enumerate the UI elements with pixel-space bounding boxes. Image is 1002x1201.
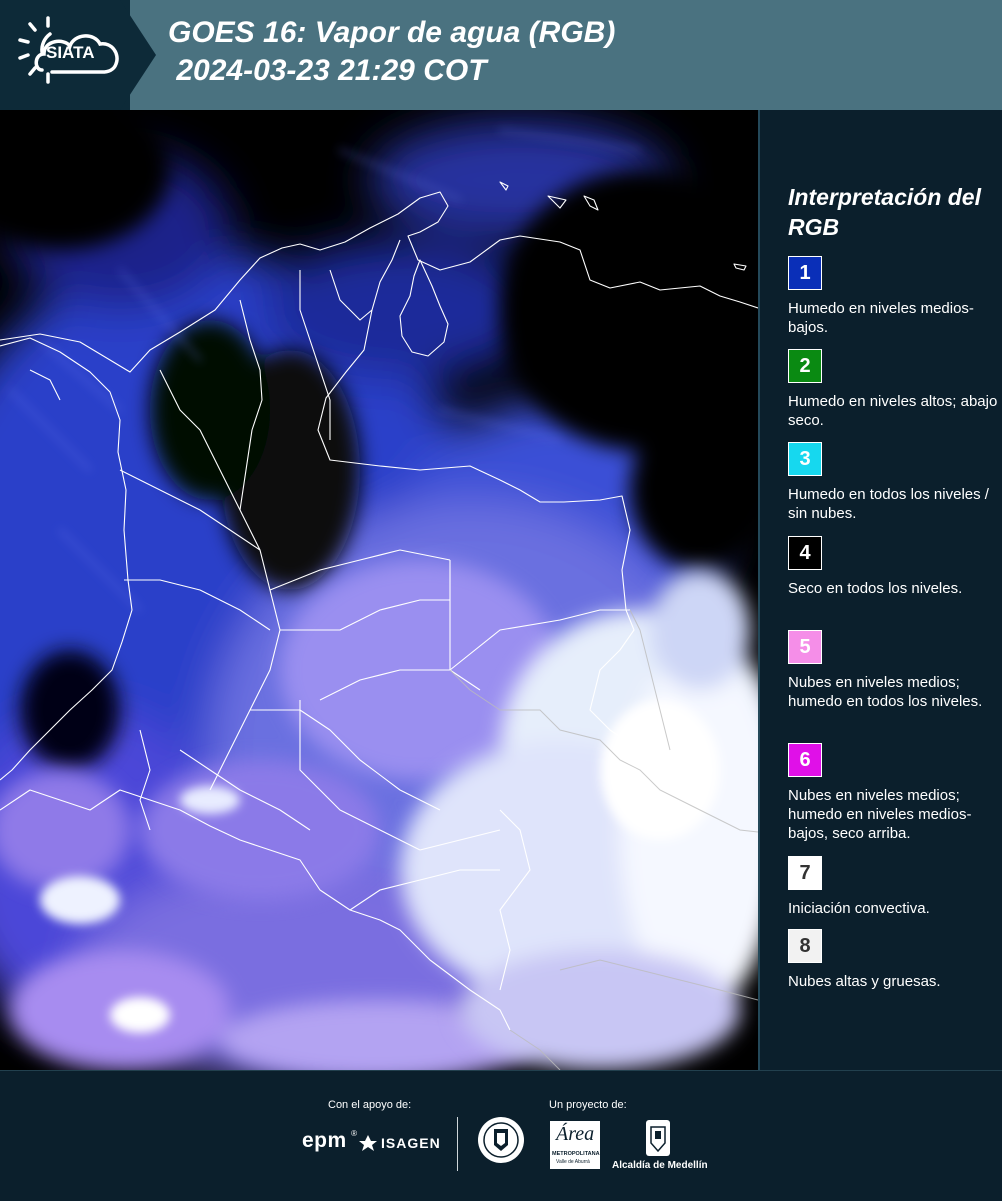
title-line-2: 2024-03-23 21:29 COT [168, 54, 487, 87]
legend-swatch-5: 5 [788, 630, 822, 664]
legend-text-8: Nubes altas y gruesas. [788, 973, 941, 990]
university-seal-icon[interactable] [476, 1115, 526, 1165]
legend-text-3: Humedo en todos los niveles / sin nubes. [788, 486, 989, 522]
water-vapor-imagery [0, 110, 758, 1070]
siata-logo-block: SIATA [0, 0, 130, 110]
satellite-map[interactable] [0, 110, 758, 1070]
legend-item-5: 5 Nubes en niveles medios; humedo en todo… [788, 630, 998, 711]
legend-item-6: 6 Nubes en niveles medios; humedo en nive… [788, 743, 998, 843]
support-label: Con el apoyo de: [328, 1099, 412, 1111]
project-label: Un proyecto de: [549, 1099, 627, 1111]
area-logo-subtext: METROPOLITANA [552, 1151, 600, 1157]
isagen-logo[interactable]: ISAGEN [358, 1133, 441, 1153]
epm-logo[interactable]: epm ® [302, 1129, 357, 1153]
legend-title: Interpretación del RGB [788, 184, 981, 240]
legend-item-8: 8 Nubes altas y gruesas. [788, 929, 998, 991]
legend-item-7: 7 Iniciación convectiva. [788, 856, 998, 918]
legend-swatch-4: 4 [788, 536, 822, 570]
medellin-coat-of-arms-icon[interactable] [645, 1119, 671, 1157]
logo-arrow-shape [120, 0, 156, 110]
area-logo-text: Área [556, 1123, 595, 1145]
title-line-1: GOES 16: Vapor de agua (RGB) [168, 16, 616, 49]
legend-swatch-3: 3 [788, 442, 822, 476]
header-bar: SIATA GOES 16: Vapor de agua (RGB) 2024-… [0, 0, 1002, 110]
page-title: GOES 16: Vapor de agua (RGB) 2024-03-23 … [168, 14, 615, 90]
isagen-logo-text: ISAGEN [381, 1135, 441, 1151]
legend-swatch-7: 7 [788, 856, 822, 890]
legend-text-6: Nubes en niveles medios; humedo en nivel… [788, 787, 972, 842]
legend-swatch-8: 8 [788, 929, 822, 963]
legend-text-1: Humedo en niveles medios-bajos. [788, 300, 974, 336]
siata-logo-text: SIATA [46, 43, 95, 62]
legend-panel: Interpretación del RGB 1 Humedo en nivele… [760, 110, 1002, 1070]
legend-text-4: Seco en todos los niveles. [788, 580, 963, 597]
legend-swatch-1: 1 [788, 256, 822, 290]
legend-text-5: Nubes en niveles medios; humedo en todos… [788, 674, 983, 710]
legend-item-4: 4 Seco en todos los niveles. [788, 536, 998, 598]
footer: Con el apoyo de: Un proyecto de: epm ® I… [0, 1070, 1002, 1201]
legend-item-3: 3 Humedo en todos los niveles / sin nubes… [788, 442, 998, 523]
registered-mark: ® [351, 1129, 358, 1138]
legend-text-7: Iniciación convectiva. [788, 900, 930, 917]
footer-separator [457, 1117, 458, 1171]
area-logo-subtext-2: Valle de Aburrá [556, 1159, 590, 1165]
isagen-mark-icon [359, 1135, 377, 1151]
legend-text-2: Humedo en niveles altos; abajo seco. [788, 393, 998, 429]
area-metropolitana-logo[interactable]: Área METROPOLITANA Valle de Aburrá [550, 1121, 600, 1169]
legend-item-1: 1 Humedo en niveles medios-bajos. [788, 256, 998, 337]
epm-logo-text: epm [302, 1129, 347, 1152]
alcaldia-logo-text: Alcaldía de Medellín [612, 1160, 708, 1171]
legend-swatch-2: 2 [788, 349, 822, 383]
legend-swatch-6: 6 [788, 743, 822, 777]
legend-item-2: 2 Humedo en niveles altos; abajo seco. [788, 349, 998, 430]
